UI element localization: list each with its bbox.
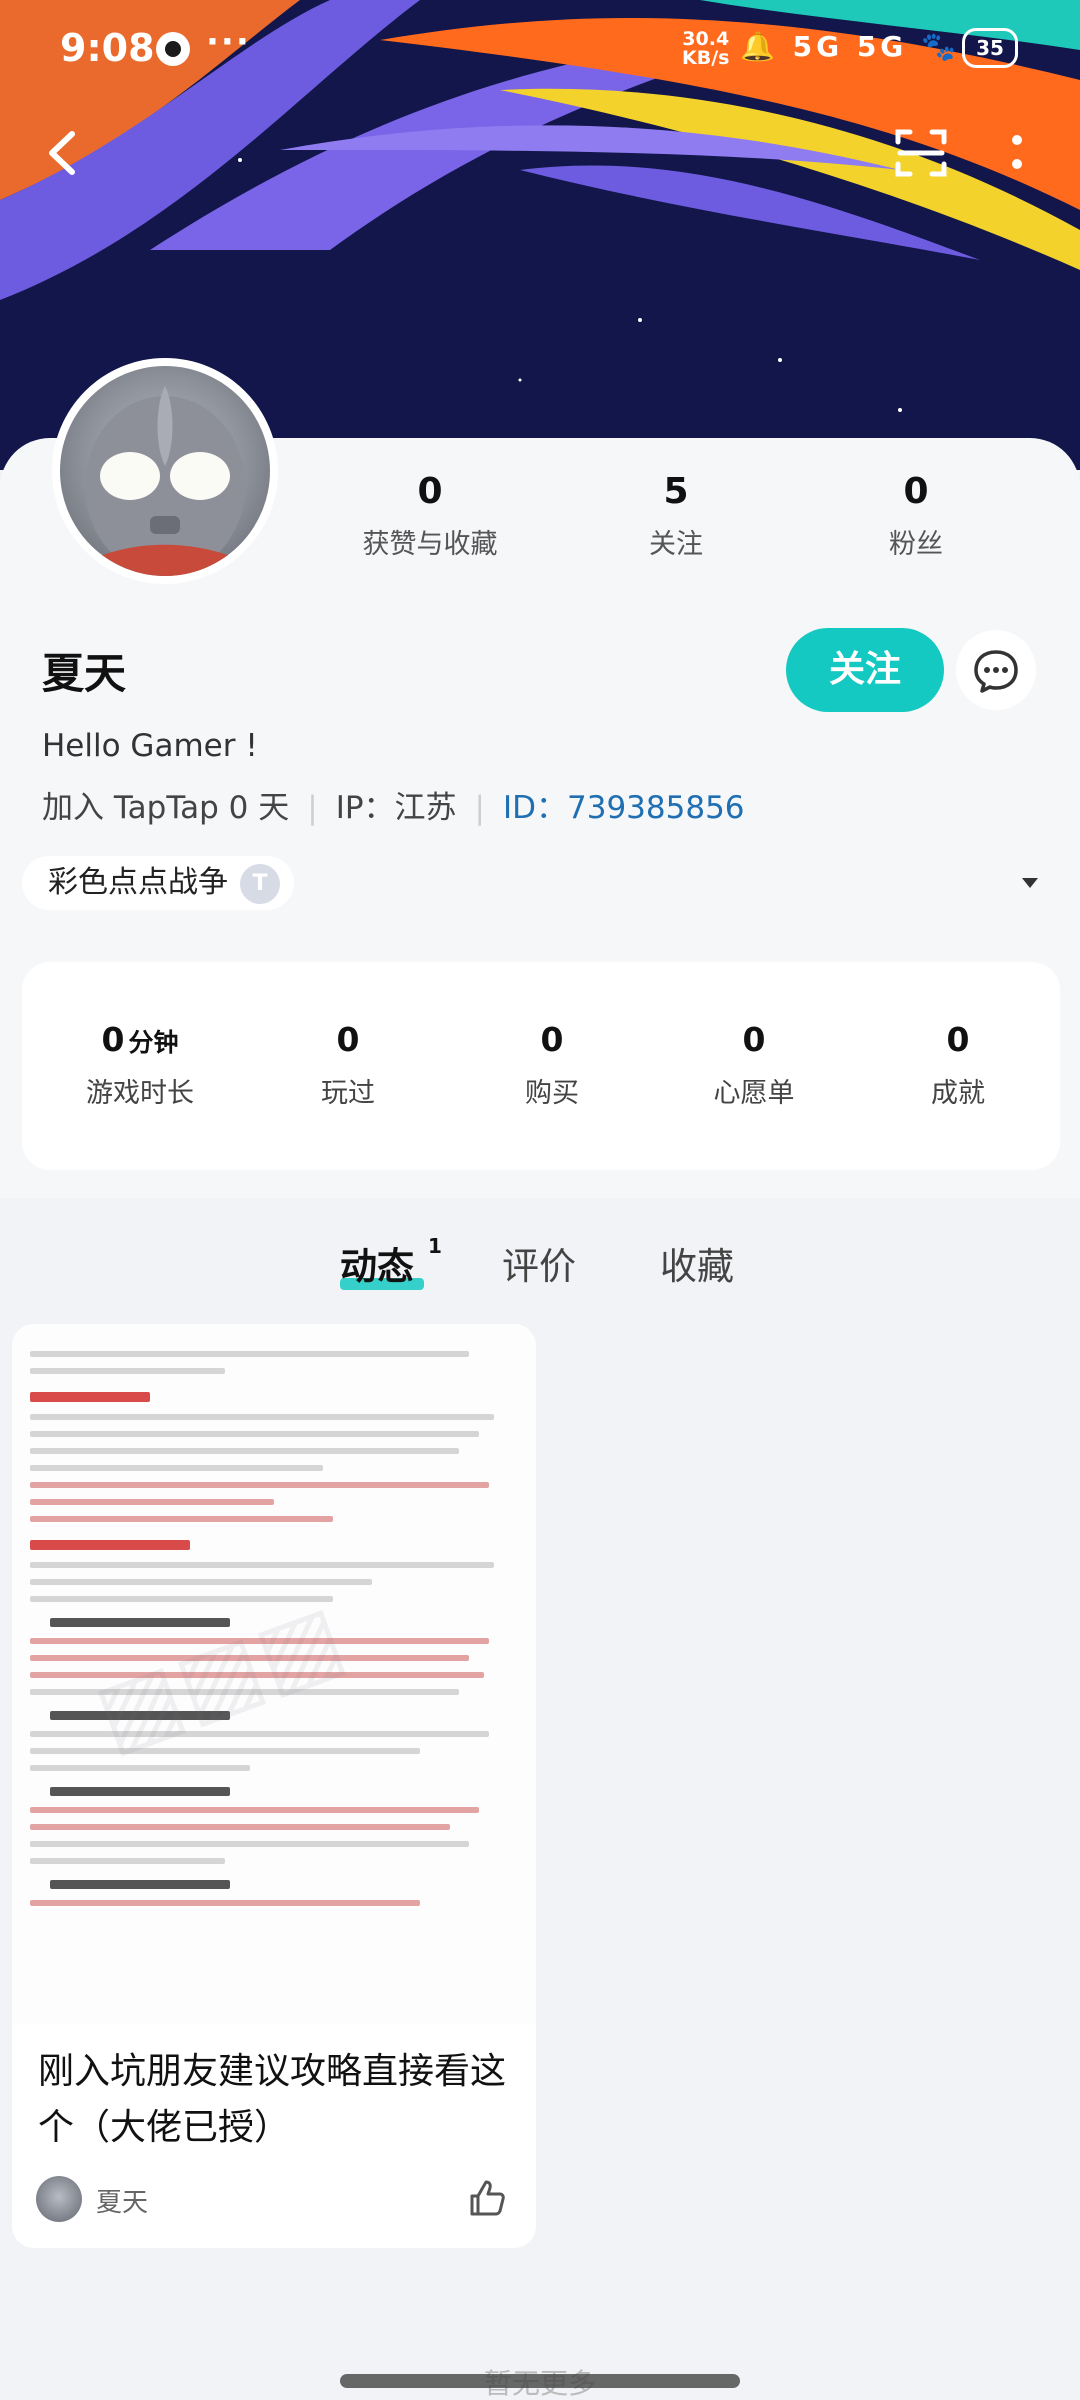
gstat-purchased-label: 购买	[525, 1078, 579, 1109]
post-cover-image: ▨▨▨	[12, 1324, 536, 2024]
gstat-playtime[interactable]: 0 分钟 游戏时长	[40, 1020, 240, 1110]
status-bar: 9:08 ··· 30.4 KB/s 🔔 5G 5G 🐾 35	[0, 0, 1080, 96]
gstat-achievements-value: 0	[946, 1020, 970, 1059]
post-title[interactable]: 刚入坑朋友建议攻略直接看这个（大佬已授）	[38, 2044, 518, 2156]
stat-following[interactable]: 5 关注	[576, 470, 776, 561]
stat-followers-label: 粉丝	[889, 529, 943, 560]
signal-icons: 🔔 5G 5G 🐾	[740, 30, 960, 63]
ultraman-avatar-art	[85, 386, 245, 576]
profile-stats: 0 获赞与收藏 5 关注 0 粉丝	[330, 470, 1050, 580]
scan-button[interactable]	[886, 118, 956, 188]
taptap-badge-icon: T	[240, 864, 280, 904]
username: 夏天	[42, 649, 127, 698]
battery-icon: 35	[962, 28, 1018, 68]
gstat-purchased[interactable]: 0 购买	[452, 1020, 652, 1110]
back-button[interactable]	[28, 118, 98, 188]
like-button[interactable]	[464, 2176, 508, 2220]
gstat-achievements-label: 成就	[931, 1078, 985, 1109]
stat-following-label: 关注	[649, 529, 703, 560]
tab-reviews[interactable]: 评价	[502, 1236, 576, 1290]
thumbs-up-icon	[470, 2180, 505, 2216]
follow-button[interactable]: 关注	[786, 628, 944, 712]
content-tabs: 动态 1 评价 收藏	[0, 1228, 1080, 1298]
stat-likes-label: 获赞与收藏	[362, 529, 498, 560]
tab-favorites[interactable]: 收藏	[660, 1236, 734, 1290]
network-speed-unit: KB/s	[682, 47, 730, 69]
status-overflow-dots: ···	[206, 22, 251, 62]
more-button[interactable]	[985, 118, 1045, 188]
network-speed: 30.4 KB/s	[682, 30, 729, 68]
bio: Hello Gamer !	[42, 728, 258, 764]
gstat-playtime-unit: 分钟	[128, 1028, 179, 1057]
user-id[interactable]: ID：739385856	[503, 790, 745, 826]
gstat-purchased-value: 0	[540, 1020, 564, 1059]
chat-bubble-icon	[974, 650, 1018, 693]
profile-meta: 加入 TapTap 0 天 | IP：江苏 | ID：739385856	[42, 790, 745, 826]
stat-likes-value: 0	[417, 471, 443, 512]
joined-days: 加入 TapTap 0 天	[42, 790, 290, 826]
stat-following-value: 5	[663, 471, 689, 512]
stat-followers-value: 0	[903, 471, 929, 512]
post-author-avatar[interactable]	[36, 2176, 82, 2222]
post-card[interactable]: ▨▨▨ 刚入坑朋友建议攻略直接看这个（大佬已授） 夏天	[12, 1324, 536, 2248]
gstat-played-label: 玩过	[321, 1078, 375, 1109]
gstat-played[interactable]: 0 玩过	[248, 1020, 448, 1110]
status-time: 9:08	[60, 26, 155, 70]
gstat-wishlist[interactable]: 0 心愿单	[654, 1020, 854, 1110]
message-button[interactable]	[956, 630, 1036, 710]
tab-posts[interactable]: 动态	[340, 1236, 414, 1290]
caret-down-icon[interactable]	[1022, 878, 1038, 888]
back-arrow-icon	[49, 131, 75, 175]
gstat-played-value: 0	[336, 1020, 360, 1059]
gstat-playtime-label: 游戏时长	[86, 1078, 194, 1109]
gstat-playtime-value: 0	[101, 1020, 125, 1059]
avatar-image	[60, 366, 270, 576]
scan-icon	[895, 129, 947, 177]
ip-location: IP：江苏	[335, 790, 457, 826]
post-author-name[interactable]: 夏天	[96, 2182, 148, 2219]
watermark-graphic: ▨▨▨	[81, 1583, 358, 1770]
gstat-wishlist-value: 0	[742, 1020, 766, 1059]
game-chip[interactable]: 彩色点点战争 T	[22, 856, 294, 910]
stat-likes[interactable]: 0 获赞与收藏	[330, 470, 530, 561]
stat-followers[interactable]: 0 粉丝	[816, 470, 1016, 561]
game-chip-name: 彩色点点战争	[48, 865, 228, 900]
avatar[interactable]	[52, 358, 278, 584]
profile-page: 9:08 ··· 30.4 KB/s 🔔 5G 5G 🐾 35 0 获赞与收藏 …	[0, 0, 1080, 2400]
more-vertical-icon	[1012, 135, 1022, 169]
app-notification-icon	[156, 32, 190, 66]
tab-posts-count: 1	[428, 1234, 442, 1258]
game-stats-card: 0 分钟 游戏时长 0 玩过 0 购买 0 心愿单 0 成就	[22, 962, 1060, 1170]
gstat-achievements[interactable]: 0 成就	[858, 1020, 1058, 1110]
home-indicator[interactable]	[340, 2374, 740, 2388]
gstat-wishlist-label: 心愿单	[713, 1078, 795, 1109]
